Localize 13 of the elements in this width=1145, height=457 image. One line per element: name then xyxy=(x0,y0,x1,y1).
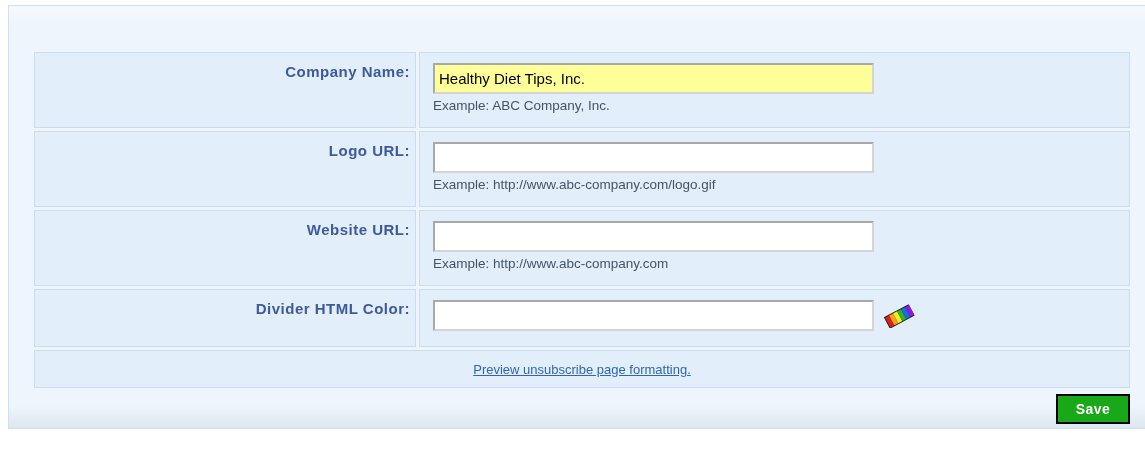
field-label: Website URL: xyxy=(306,221,410,238)
save-button[interactable]: Save xyxy=(1056,394,1130,424)
field-label: Divider HTML Color: xyxy=(255,300,410,317)
example-hint: Example: ABC Company, Inc. xyxy=(433,98,611,113)
text-field[interactable] xyxy=(433,221,874,252)
example-hint: Example: http://www.abc-company.com xyxy=(433,256,670,271)
text-field[interactable] xyxy=(433,142,874,173)
example-hint: Example: http://www.abc-company.com/logo.gif xyxy=(433,177,717,192)
field-label: Logo URL: xyxy=(328,142,410,159)
field-label: Company Name: xyxy=(285,63,410,80)
text-field[interactable]: Healthy Diet Tips, Inc. xyxy=(433,63,874,94)
text-field[interactable] xyxy=(433,300,874,331)
preview-link[interactable]: Preview unsubscribe page formatting. xyxy=(473,361,691,377)
